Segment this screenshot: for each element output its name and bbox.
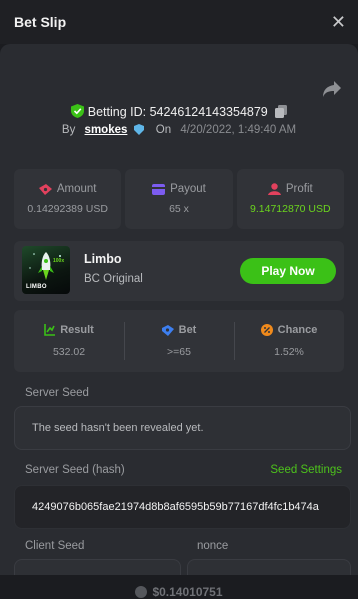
betting-id-row: Betting ID: 54246124143354879 (0, 104, 358, 119)
payout-value: 65 x (169, 203, 189, 215)
vip-badge-icon (133, 124, 144, 135)
server-seed-label: Server Seed (25, 387, 89, 399)
game-name: Limbo (84, 252, 122, 266)
bet-slip-panel: Betting ID: 54246124143354879 By smokes … (0, 44, 358, 575)
seed-settings-link[interactable]: Seed Settings (270, 464, 342, 476)
username-link[interactable]: smokes (85, 124, 128, 136)
chance-label: Chance (277, 324, 318, 336)
amount-icon (38, 183, 52, 195)
result-cell: Result 532.02 (14, 310, 124, 372)
payout-label: Payout (170, 183, 206, 195)
shield-check-icon (70, 104, 84, 118)
bet-author-row: By smokes On 4/20/2022, 1:49:40 AM (0, 124, 358, 136)
server-seed-hash-label: Server Seed (hash) (25, 464, 125, 476)
by-label: By (61, 124, 76, 136)
amount-value: 0.14292389 USD (27, 203, 108, 215)
bet-stats-row: Amount 0.14292389 USD Payout 65 x Profit (14, 169, 344, 229)
server-seed-hash-field[interactable]: 4249076b065fae21974d8b8af6595b59b77167df… (14, 485, 351, 529)
nonce-label: nonce (197, 540, 229, 552)
play-now-button[interactable]: Play Now (240, 258, 336, 284)
game-provider: BC Original (84, 273, 143, 285)
thumb-text: LIMBO (26, 284, 47, 290)
bet-icon (161, 324, 174, 336)
client-seed-label: Client Seed (25, 540, 85, 552)
chance-cell: Chance 1.52% (234, 310, 344, 372)
bet-date: 4/20/2022, 1:49:40 AM (180, 124, 297, 136)
result-icon (44, 324, 56, 336)
profit-value: 9.14712870 USD (250, 203, 331, 215)
server-seed-field[interactable]: The seed hasn't been revealed yet. (14, 406, 351, 450)
result-row: Result 532.02 Bet >=65 Chance 1.52% (14, 310, 344, 372)
game-thumbnail[interactable]: 100x LIMBO (22, 246, 70, 294)
result-value: 532.02 (52, 346, 86, 358)
coin-icon (135, 586, 148, 598)
payout-icon (152, 183, 166, 195)
profit-label: Profit (285, 183, 313, 195)
copy-icon[interactable] (275, 105, 288, 118)
result-label: Result (60, 324, 94, 336)
profit-card: Profit 9.14712870 USD (236, 169, 344, 229)
on-label: On (155, 124, 172, 136)
nonce-field[interactable] (187, 559, 351, 575)
betting-id: Betting ID: 54246124143354879 (87, 105, 268, 119)
bet-label: Bet (178, 324, 197, 336)
game-card: 100x LIMBO Limbo BC Original Play Now (14, 241, 344, 301)
chance-icon (260, 324, 273, 336)
profit-icon (267, 183, 281, 195)
bet-cell: Bet >=65 (124, 310, 234, 372)
client-seed-field[interactable] (14, 559, 181, 575)
share-icon[interactable] (322, 80, 342, 98)
bet-slip-header: Bet Slip ✕ (0, 0, 358, 44)
page-title: Bet Slip (14, 14, 67, 30)
bet-value: >=65 (167, 346, 191, 358)
close-icon[interactable]: ✕ (331, 13, 346, 31)
amount-card: Amount 0.14292389 USD (14, 169, 122, 229)
chance-value: 1.52% (274, 346, 304, 358)
svg-text:100x: 100x (53, 258, 64, 264)
amount-label: Amount (56, 183, 97, 195)
payout-card: Payout 65 x (125, 169, 233, 229)
